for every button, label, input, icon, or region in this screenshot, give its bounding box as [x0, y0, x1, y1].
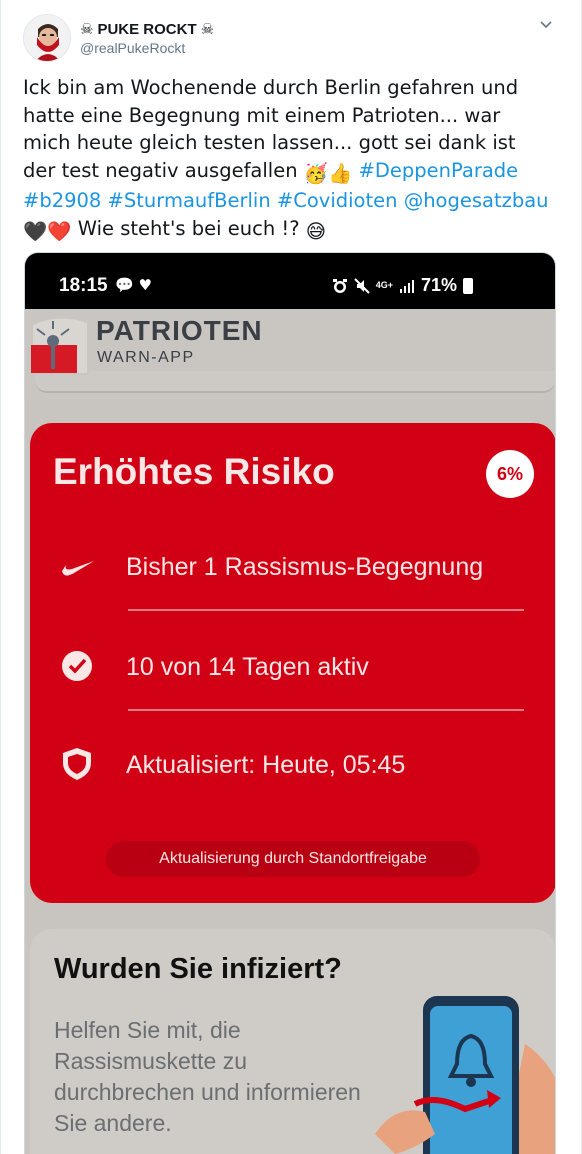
app-header: PATRIOTEN WARN-APP: [25, 309, 555, 399]
emoji: 😅: [305, 219, 327, 243]
tweet-text-segment: Wie steht's bei euch !?: [71, 216, 306, 240]
tweet-text: Ick bin am Wochenende durch Berlin gefah…: [23, 74, 553, 245]
phone-status-bar: 18:15 💬 ♥ 4G+ 71%: [25, 253, 555, 309]
risk-row-updated: Aktualisiert: Heute, 05:45: [30, 733, 555, 793]
info-title: Wurden Sie infiziert?: [54, 953, 342, 985]
status-time: 18:15: [59, 275, 108, 296]
name-row[interactable]: ☠ PUKE ROCKT ☠: [80, 19, 214, 39]
risk-divider: [128, 709, 524, 711]
notification-icons: 💬 ♥: [115, 276, 152, 294]
risk-row-text: 10 von 14 Tagen aktiv: [126, 653, 369, 681]
alarm-icon: [332, 278, 347, 293]
hashtag-link[interactable]: #Covidioten: [277, 189, 398, 212]
battery-icon: [463, 277, 473, 294]
swoosh-icon: [62, 561, 94, 576]
hashtag-link[interactable]: #b2908: [23, 189, 101, 212]
tweet-header: ☠ PUKE ROCKT ☠ @realPukeRockt: [23, 14, 563, 64]
tweet: ☠ PUKE ROCKT ☠ @realPukeRockt Ick bin am…: [0, 0, 582, 1154]
user-handle[interactable]: @realPukeRockt: [80, 40, 185, 56]
battery-level: 71%: [420, 275, 457, 295]
risk-row-text: Aktualisiert: Heute, 05:45: [126, 751, 406, 779]
avatar[interactable]: [23, 14, 71, 62]
app-screen: PATRIOTEN WARN-APP Erhöhtes Risiko 6% Bi…: [25, 309, 555, 1154]
location-update-button[interactable]: Aktualisierung durch Standortfreigabe: [106, 841, 480, 877]
skull-crossbones-icon: ☠: [80, 20, 94, 38]
infection-info-card[interactable]: Wurden Sie infiziert? Helfen Sie mit, di…: [30, 929, 555, 1154]
emoji: 🥳👍: [303, 161, 353, 185]
hand-phone-bell-illustration: [375, 996, 555, 1154]
display-name[interactable]: PUKE ROCKT: [97, 21, 196, 38]
risk-row-active-days: 10 von 14 Tagen aktiv: [30, 635, 555, 695]
app-logo-title: PATRIOTEN: [96, 315, 263, 346]
hashtag-link[interactable]: #DeppenParade: [359, 159, 519, 182]
app-logo-subtitle: WARN-APP: [97, 349, 195, 366]
info-body: Helfen Sie mit, die Rassismuskette zu du…: [54, 1017, 361, 1136]
shield-icon: [63, 748, 91, 780]
avatar-image: [24, 15, 70, 61]
check-circle-icon: [62, 651, 92, 681]
chevron-down-icon[interactable]: [539, 18, 553, 32]
risk-row-encounters: Bisher 1 Rassismus-Begegnung: [30, 535, 555, 595]
network-type: 4G+: [375, 280, 393, 290]
hashtag-link[interactable]: #SturmaufBerlin: [108, 189, 271, 212]
risk-card[interactable]: Erhöhtes Risiko 6% Bisher 1 Rassismus-Be…: [30, 423, 555, 903]
tweet-media-image[interactable]: 18:15 💬 ♥ 4G+ 71% PATRIOTEN WARN-APP Erh…: [24, 252, 556, 1154]
risk-title: Erhöhtes Risiko: [53, 451, 335, 492]
status-right-icons: 4G+ 71%: [332, 275, 473, 296]
app-logo-icon: [29, 311, 91, 375]
skull-crossbones-icon: ☠: [200, 20, 215, 38]
risk-percentage-badge: 6%: [486, 450, 534, 498]
mute-icon: [353, 277, 370, 294]
mention-link[interactable]: @hogesatzbau: [404, 189, 549, 212]
risk-divider: [128, 609, 524, 611]
risk-row-text: Bisher 1 Rassismus-Begegnung: [126, 553, 484, 581]
signal-icon: [399, 279, 414, 293]
header-divider: [35, 371, 555, 393]
emoji: 🖤❤️: [23, 219, 72, 243]
